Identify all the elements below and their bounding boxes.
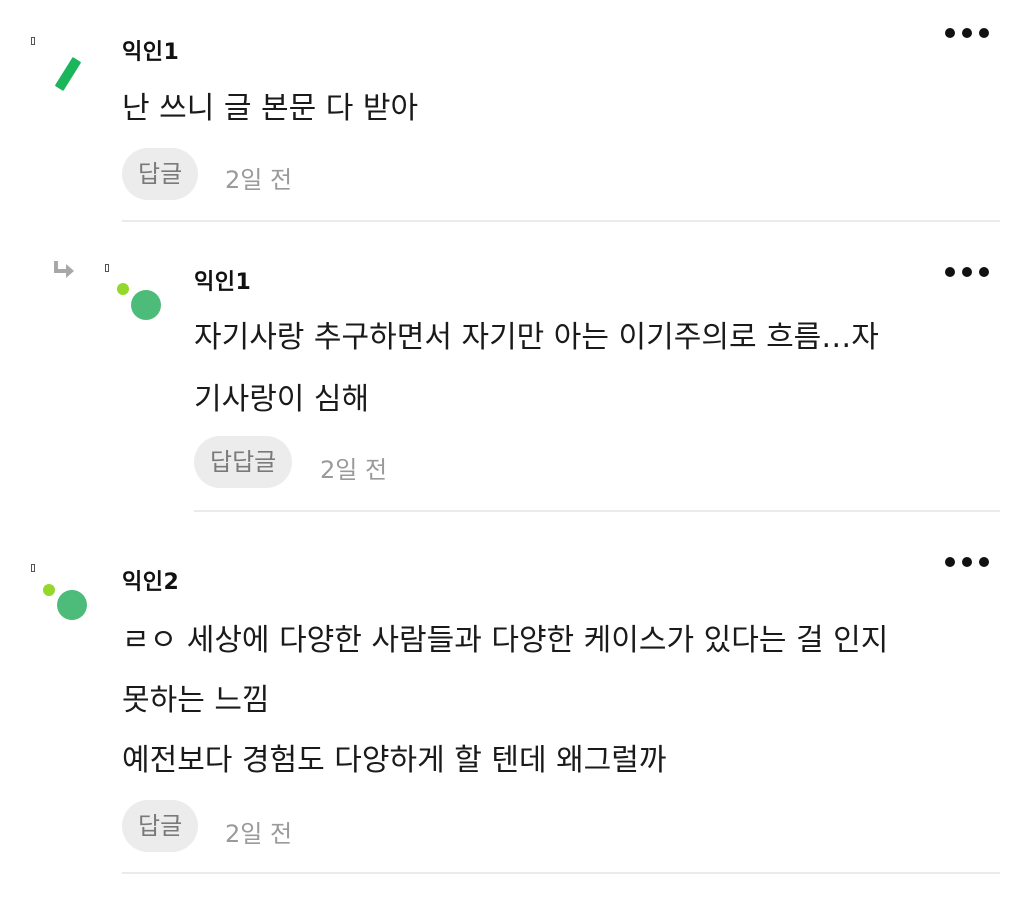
more-dots-icon[interactable] — [945, 28, 989, 38]
comment-3: 익인2 ㄹㅇ 세상에 다양한 사람들과 다양한 케이스가 있다는 걸 인지 못하… — [0, 512, 1024, 922]
reply-button[interactable]: 답글 — [122, 800, 199, 852]
comment-author[interactable]: 익인2 — [122, 564, 179, 596]
comment-author[interactable]: 익인1 — [122, 34, 179, 66]
comment-author[interactable]: 익인1 — [194, 264, 251, 296]
comment-line: ㄹㅇ 세상에 다양한 사람들과 다양한 케이스가 있다는 걸 인지 — [122, 623, 889, 658]
comment-line: 자기사랑 추구하면서 자기만 아는 이기주의로 흐름…자 — [194, 320, 879, 355]
more-dots-icon[interactable] — [945, 557, 989, 567]
reply-arrow-icon — [54, 261, 74, 278]
avatar-dot-icon — [117, 283, 129, 295]
avatar-circle-icon — [131, 290, 161, 320]
comment-line: 못하는 느낌 — [122, 683, 270, 718]
reply-button[interactable]: 답글 — [122, 148, 199, 200]
divider — [122, 872, 1000, 874]
avatar-dot-icon — [43, 584, 55, 596]
reply-button[interactable]: 답답글 — [194, 436, 293, 488]
comment-line: 기사랑이 심해 — [194, 382, 370, 417]
avatar[interactable] — [28, 30, 88, 92]
avatar-marker-icon — [105, 264, 109, 272]
avatar[interactable] — [100, 260, 164, 324]
timestamp: 2일 전 — [225, 820, 293, 848]
comment-1: 익인1 난 쓰니 글 본문 다 받아 답글 2일 전 — [0, 0, 1024, 222]
comment-line: 예전보다 경험도 다양하게 할 텐데 왜그럴까 — [122, 743, 667, 778]
comment-line: 난 쓰니 글 본문 다 받아 — [122, 91, 419, 126]
avatar[interactable] — [28, 562, 92, 626]
avatar-circle-icon — [57, 590, 87, 620]
avatar-stroke-icon — [54, 56, 82, 92]
avatar-marker-icon — [31, 37, 35, 45]
timestamp: 2일 전 — [225, 166, 293, 194]
more-dots-icon[interactable] — [945, 267, 989, 277]
avatar-marker-icon — [31, 564, 35, 572]
comment-2-reply: 익인1 자기사랑 추구하면서 자기만 아는 이기주의로 흐름…자 기사랑이 심해… — [0, 222, 1024, 512]
timestamp: 2일 전 — [320, 456, 388, 484]
